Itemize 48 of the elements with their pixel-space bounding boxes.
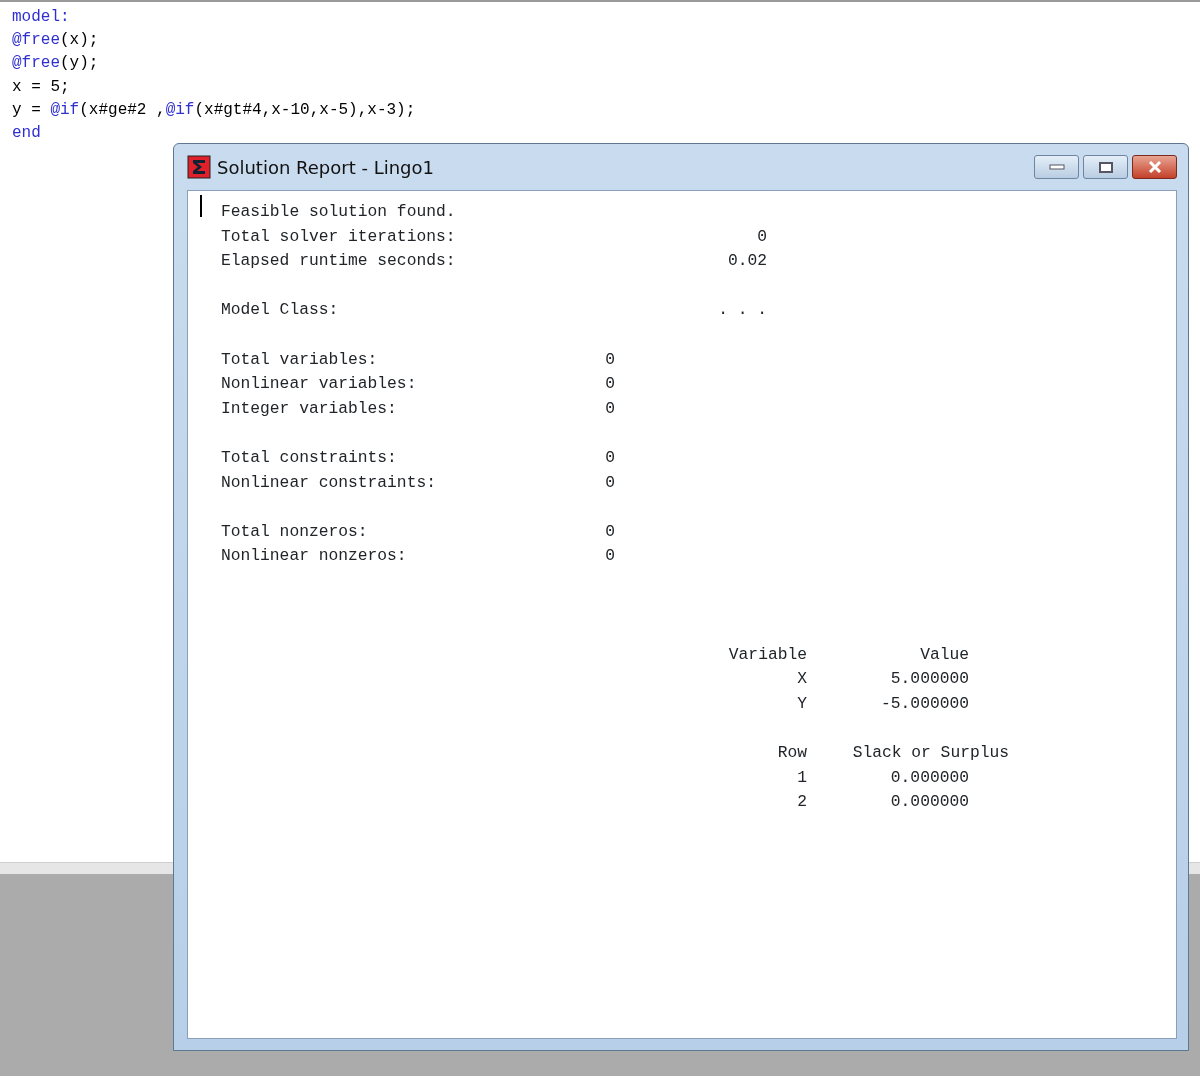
stat-value: 0 (605, 373, 615, 396)
stat-value: 0 (605, 520, 615, 543)
code-line: y = @if(x#ge#2 ,@if(x#gt#4,x-10,x-5),x-3); (12, 99, 417, 121)
stat-label: Elapsed runtime seconds: (221, 250, 456, 273)
stat-value: 0.02 (727, 250, 767, 273)
close-button[interactable] (1132, 155, 1177, 179)
text-cursor (200, 195, 202, 217)
stat-label: Total variables: (221, 348, 378, 371)
table-cell-text: 0.000000 (889, 766, 969, 789)
status-message: Feasible solution found. (221, 201, 456, 223)
stat-label: Model Class: (221, 299, 339, 322)
stat-label: Integer variables: (221, 397, 397, 420)
column-header: Value (919, 643, 969, 666)
stat-value: 0 (605, 545, 615, 568)
minimize-icon (1048, 164, 1065, 170)
column-header: Slack or Surplus (851, 742, 1009, 765)
stat-label: Total constraints: (221, 446, 397, 469)
code-line: x = 5; (12, 76, 71, 98)
stat-value: 0 (605, 348, 615, 371)
stat-label: Nonlinear variables: (221, 373, 417, 396)
stat-label: Total nonzeros: (221, 520, 368, 543)
window-title: Solution Report - Lingo1 (217, 155, 434, 180)
table-cell-text: 5.000000 (889, 668, 969, 691)
table-cell-text: -5.000000 (880, 692, 969, 715)
code-line: model: (12, 7, 71, 28)
minimize-button[interactable] (1034, 155, 1079, 179)
stat-value: 0 (605, 397, 615, 420)
app-icon (187, 155, 211, 179)
maximize-button[interactable] (1083, 155, 1128, 179)
table-cell-text: 1 (796, 766, 807, 789)
stat-label: Nonlinear nonzeros: (221, 545, 407, 568)
code-line: end (12, 122, 42, 144)
column-header: Row (776, 742, 807, 765)
close-icon (1147, 161, 1162, 173)
code-line: @free(y); (12, 53, 100, 75)
maximize-icon (1098, 161, 1113, 173)
stat-value: 0 (605, 446, 615, 469)
stat-label: Nonlinear constraints: (221, 471, 436, 494)
table-cell-text: 2 (796, 791, 807, 814)
table-cell-text: 0.000000 (889, 791, 969, 814)
column-header: Variable (727, 643, 807, 666)
stat-value: 0 (605, 471, 615, 494)
stat-value: . . . (718, 299, 767, 322)
code-line: @free(x); (12, 30, 100, 52)
table-cell-text: X (796, 668, 807, 691)
stat-label: Total solver iterations: (221, 225, 456, 248)
stat-value: 0 (757, 225, 767, 248)
table-cell-text: Y (796, 692, 807, 715)
